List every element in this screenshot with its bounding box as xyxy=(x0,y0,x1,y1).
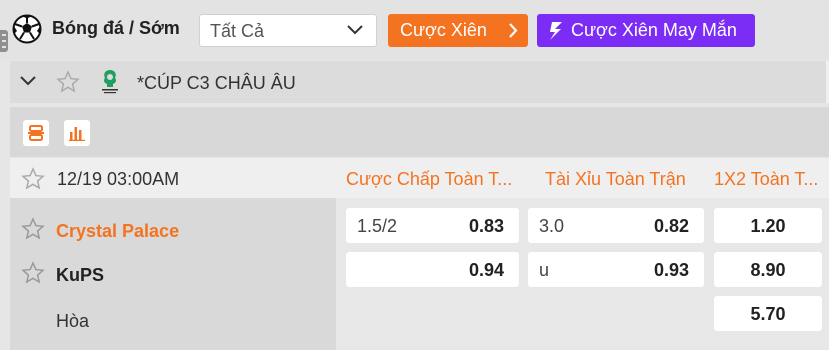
star-icon[interactable] xyxy=(56,70,80,94)
team-row-away: KuPS xyxy=(10,248,336,292)
star-icon[interactable] xyxy=(21,217,45,241)
market-filter-value: Tất Cả xyxy=(210,21,265,41)
parlay-button[interactable]: Cược Xiên xyxy=(388,14,528,47)
sport-title: Bóng đá / Sớm xyxy=(52,18,180,38)
team-row-home: Crystal Palace xyxy=(10,204,336,248)
list-view-icon xyxy=(28,125,44,141)
match-header: 12/19 03:00AM Cược Chấp Toàn T... Tài Xỉ… xyxy=(10,158,829,198)
draw-label: Hòa xyxy=(56,311,90,331)
odd-price: 1.20 xyxy=(750,216,786,236)
chevron-right-icon xyxy=(509,23,518,38)
over-under-line: u xyxy=(539,260,550,280)
soccer-ball-icon xyxy=(12,14,42,44)
stats-button[interactable] xyxy=(64,120,90,146)
teams-column: Crystal Palace KuPS Hòa xyxy=(10,198,336,350)
chevron-down-icon[interactable] xyxy=(20,76,36,86)
odd-price: 0.93 xyxy=(653,260,689,280)
market-filter-select[interactable]: Tất Cả xyxy=(199,14,377,47)
star-icon[interactable] xyxy=(21,167,45,191)
odd-price: 5.70 xyxy=(750,304,786,324)
stats-icon xyxy=(69,127,85,141)
odd-price: 8.90 xyxy=(750,260,786,280)
1x2-away-odd[interactable]: 8.90 xyxy=(714,252,822,287)
odds-area: 1.5/2 0.83 0.94 3.0 0.82 u 0.93 1.20 8.9… xyxy=(336,198,829,350)
over-under-line: 3.0 xyxy=(539,216,565,236)
league-name: *CÚP C3 CHÂU ÂU xyxy=(137,73,296,93)
lucky-parlay-logo-icon xyxy=(550,22,562,40)
conference-league-logo xyxy=(102,70,118,94)
view-tools-row xyxy=(10,107,829,157)
1x2-draw-odd[interactable]: 5.70 xyxy=(714,296,822,331)
handicap-away-odd[interactable]: 0.94 xyxy=(346,252,519,287)
sidebar-toggle-handle[interactable] xyxy=(0,30,8,52)
star-icon[interactable] xyxy=(21,261,45,285)
match-datetime: 12/19 03:00AM xyxy=(57,169,180,189)
league-header[interactable]: *CÚP C3 CHÂU ÂU xyxy=(10,61,829,103)
home-team-name: Crystal Palace xyxy=(56,221,180,241)
match-body: Crystal Palace KuPS Hòa 1.5/2 0.83 0.94 … xyxy=(10,198,829,350)
odd-price: 0.83 xyxy=(468,216,504,236)
lucky-parlay-button[interactable]: Cược Xiên May Mắn xyxy=(537,14,755,47)
parlay-button-label: Cược Xiên xyxy=(400,20,487,40)
list-view-button[interactable] xyxy=(23,120,49,146)
odd-price: 0.82 xyxy=(653,216,689,236)
1x2-home-odd[interactable]: 1.20 xyxy=(714,208,822,243)
away-team-name: KuPS xyxy=(56,265,105,285)
over-odd[interactable]: 3.0 0.82 xyxy=(528,208,704,243)
handicap-line: 1.5/2 xyxy=(357,216,398,236)
top-bar: Bóng đá / Sớm Tất Cả Cược Xiên Cược Xiên… xyxy=(0,0,829,60)
chevron-down-icon xyxy=(347,25,363,35)
column-header-1x2: 1X2 Toàn T... xyxy=(714,169,819,189)
handicap-home-odd[interactable]: 1.5/2 0.83 xyxy=(346,208,519,243)
odd-price: 0.94 xyxy=(468,260,504,280)
column-header-handicap: Cược Chấp Toàn T... xyxy=(346,169,513,189)
column-header-over-under: Tài Xỉu Toàn Trận xyxy=(545,169,686,189)
lucky-parlay-button-label: Cược Xiên May Mắn xyxy=(571,20,737,40)
under-odd[interactable]: u 0.93 xyxy=(528,252,704,287)
team-row-draw: Hòa xyxy=(10,294,336,338)
